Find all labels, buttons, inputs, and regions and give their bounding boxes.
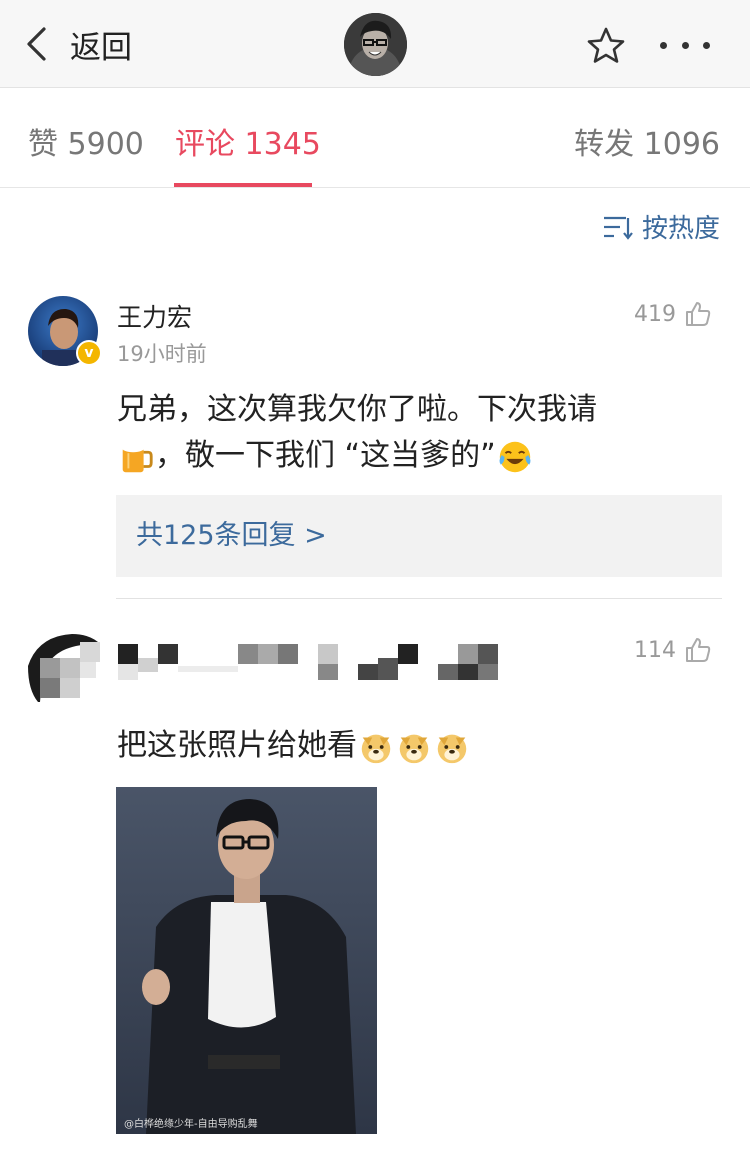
back-button[interactable]: 返回 — [24, 20, 132, 68]
like-count: 114 — [634, 637, 676, 663]
avatar[interactable] — [28, 632, 100, 704]
laugh-crying-icon — [499, 441, 531, 472]
chevron-left-icon — [27, 27, 46, 61]
like-count: 419 — [634, 301, 676, 327]
doge-icon — [437, 734, 467, 763]
tab-bar: 赞 5900 评论 1345 转发 1096 — [0, 89, 750, 188]
active-tab-indicator — [174, 183, 312, 187]
doge-icon — [399, 734, 429, 763]
tab-comments[interactable]: 评论 1345 — [175, 119, 321, 163]
comment-text-line: 把这张照片给她看 — [117, 728, 357, 763]
beer-icon — [121, 441, 153, 472]
comment-photo[interactable]: @白桦绝缘少年-自由导购乱舞 — [116, 787, 377, 1134]
comment-divider — [116, 598, 722, 599]
view-replies-link[interactable]: 共125条回复 > — [116, 495, 722, 577]
thumbs-up-icon — [686, 638, 711, 662]
comment-text: 把这张照片给她看 — [117, 723, 677, 769]
like-button[interactable]: 114 — [634, 636, 712, 664]
tab-reposts[interactable]: 转发 1096 — [574, 119, 720, 163]
comment-text: 兄弟，这次算我欠你了啦。下次我请 ，敬一下我们 “这当爹的” — [117, 387, 677, 479]
comment-author-name[interactable]: 王力宏 — [117, 298, 192, 334]
star-icon[interactable] — [586, 26, 626, 66]
tab-likes[interactable]: 赞 5900 — [28, 119, 144, 163]
comment-time: 19小时前 — [117, 342, 207, 366]
post-author-avatar[interactable] — [344, 13, 407, 76]
more-button[interactable] — [660, 30, 710, 60]
sort-icon — [603, 216, 633, 240]
comment-text-line: 兄弟，这次算我欠你了啦。下次我请 — [117, 392, 597, 427]
navigation-bar: 返回 — [0, 0, 750, 88]
sort-label: 按热度 — [641, 214, 720, 244]
back-label: 返回 — [70, 29, 132, 66]
photo-watermark: @白桦绝缘少年-自由导购乱舞 — [124, 1119, 258, 1130]
doge-icon — [361, 734, 391, 763]
sort-by-hot-button[interactable]: 按热度 — [602, 208, 720, 245]
comment-text-line: ，敬一下我们 “这当爹的” — [155, 438, 496, 473]
thumbs-up-icon — [686, 302, 711, 326]
verified-badge: v — [76, 340, 102, 366]
obscured-author-name — [118, 636, 518, 680]
more-dots-icon — [660, 41, 667, 49]
like-button[interactable]: 419 — [634, 300, 712, 328]
